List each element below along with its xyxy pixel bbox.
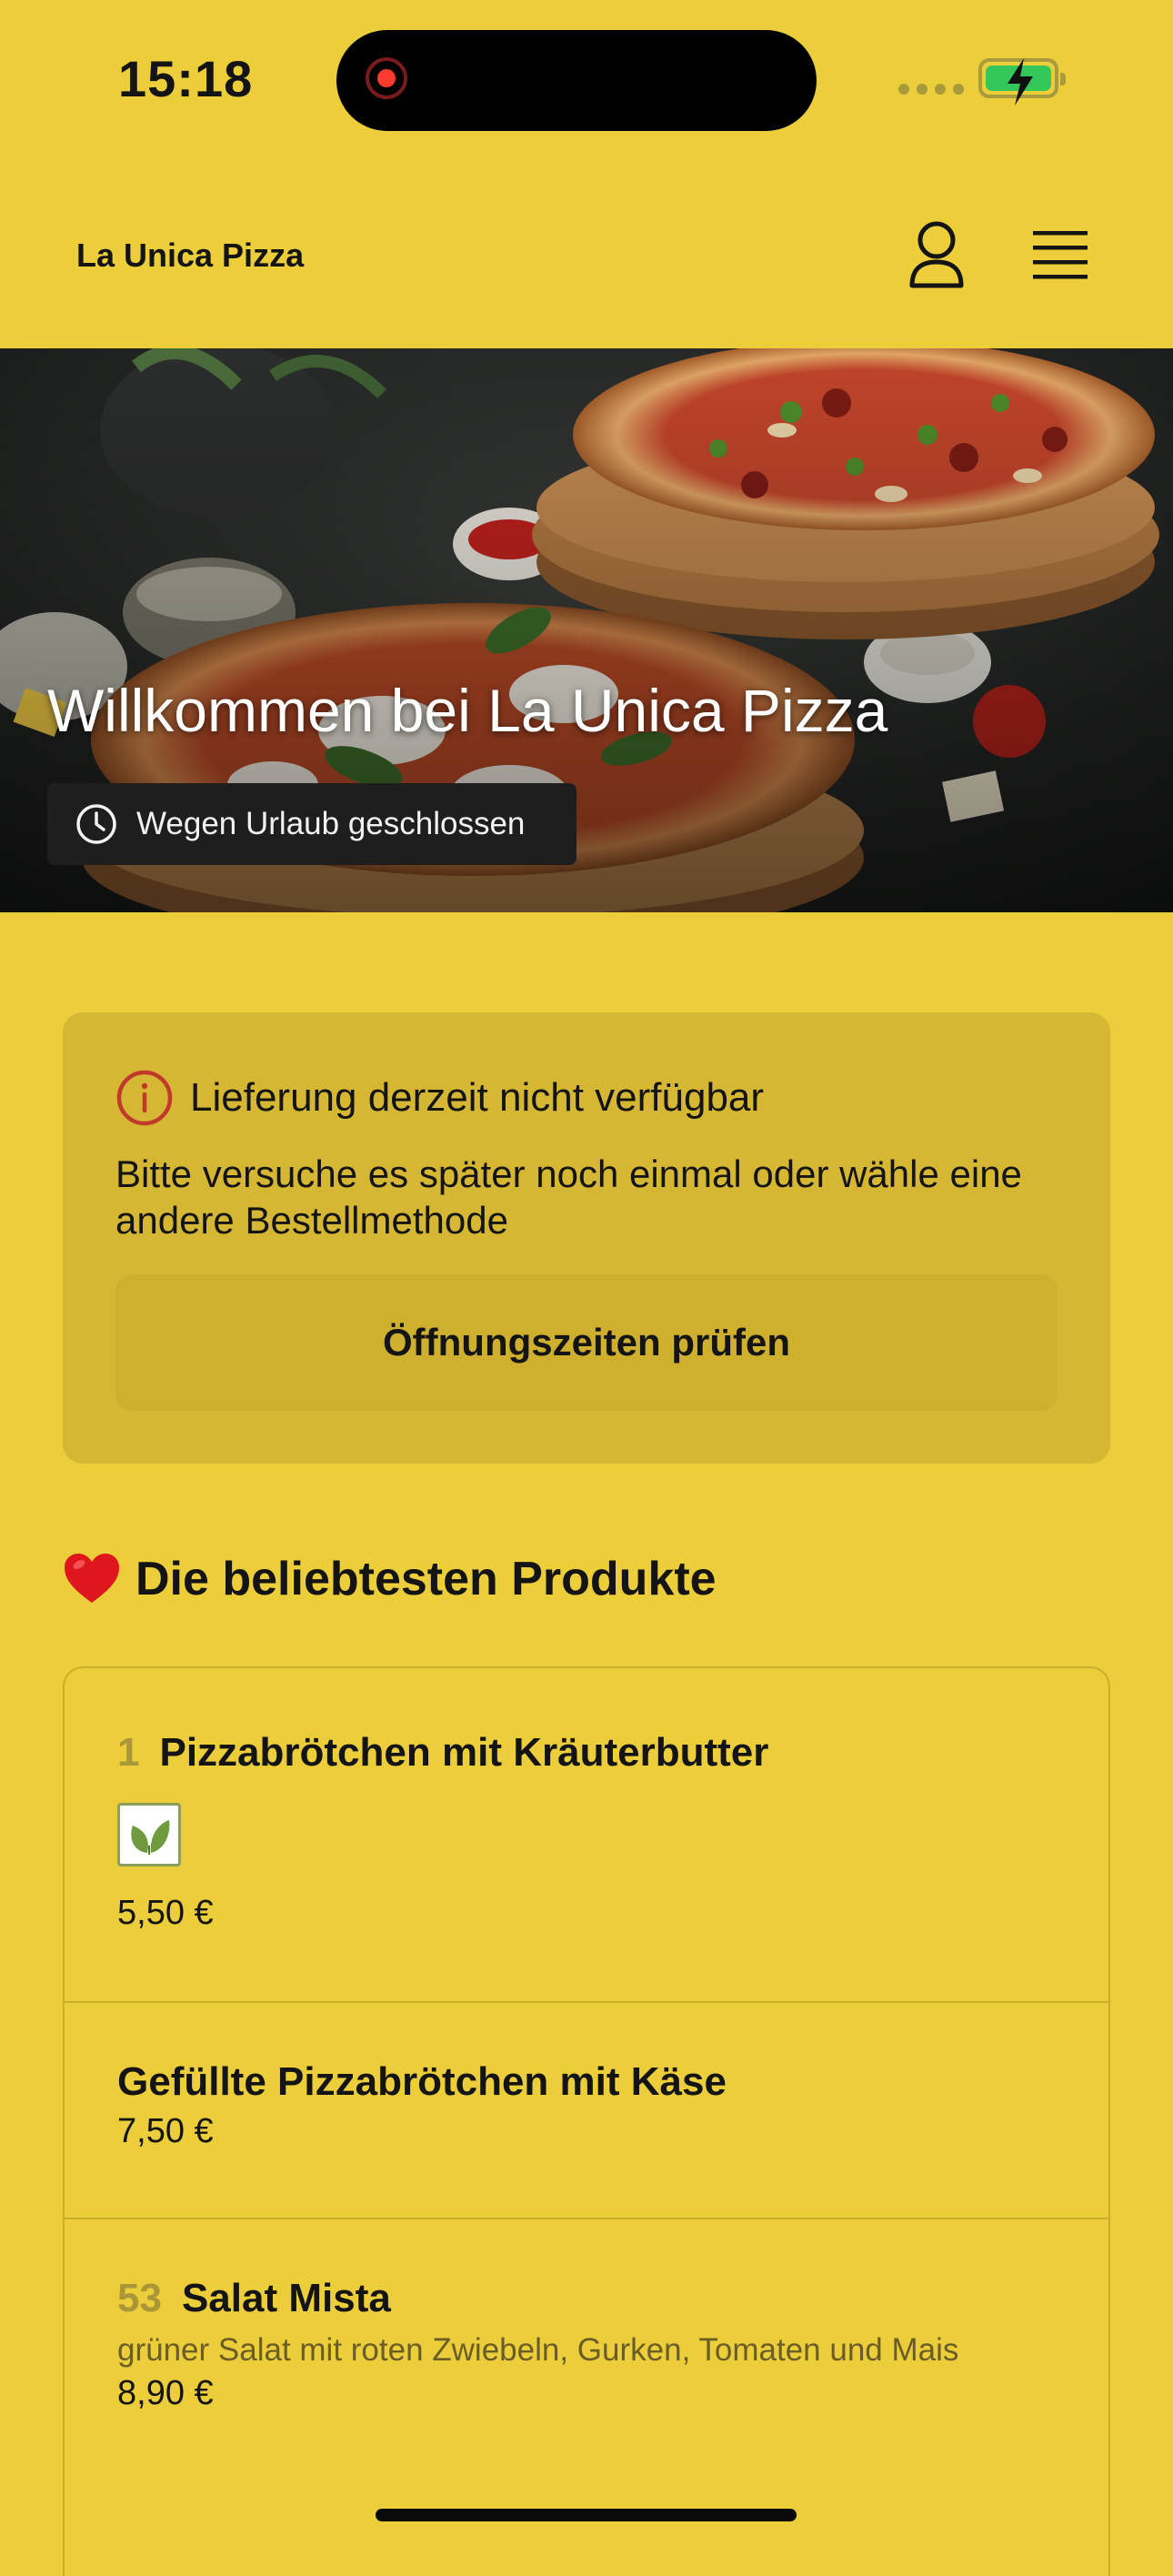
info-icon [116, 1070, 173, 1126]
product-name: Gefüllte Pizzabrötchen mit Käse [117, 2059, 727, 2104]
status-badge-text: Wegen Urlaub geschlossen [136, 806, 526, 841]
product-number: 1 [117, 1730, 140, 1775]
hamburger-menu-icon [1033, 231, 1088, 279]
clock-icon [76, 804, 116, 844]
delivery-unavailable-notice: Lieferung derzeit nicht verfügbar Bitte … [63, 1012, 1110, 1464]
user-icon [909, 221, 964, 288]
hero-title: Willkommen bei La Unica Pizza [47, 677, 888, 744]
status-bar: 15:18 [0, 0, 1173, 155]
vegetarian-badge [117, 1803, 181, 1867]
product-price: 5,50 € [117, 1894, 214, 1932]
hero-banner: Willkommen bei La Unica Pizza Wegen Urla… [0, 348, 1173, 912]
recording-indicator-icon [366, 57, 407, 99]
status-time: 15:18 [118, 50, 254, 107]
product-number: 53 [117, 2276, 162, 2320]
menu-button[interactable] [1028, 227, 1093, 282]
product-name: Pizzabrötchen mit Kräuterbutter [159, 1730, 769, 1775]
home-indicator[interactable] [376, 2509, 797, 2521]
battery-charging-icon [978, 58, 1066, 106]
signal-icon [898, 84, 964, 95]
product-item[interactable]: 1 Pizzabrötchen mit Kräuterbutter 5,50 € [65, 1668, 1108, 2003]
brand-name[interactable]: La Unica Pizza [76, 236, 304, 275]
product-description: grüner Salat mit roten Zwiebeln, Gurken,… [117, 2332, 959, 2368]
leaf-icon [131, 1820, 170, 1855]
product-price: 7,50 € [117, 2112, 214, 2150]
product-item[interactable]: Gefüllte Pizzabrötchen mit Käse 7,50 € [65, 2003, 1108, 2219]
dynamic-island [336, 30, 817, 131]
app-header: La Unica Pizza [0, 155, 1173, 348]
product-item[interactable]: 53 Salat Mista grüner Salat mit roten Zw… [65, 2219, 1108, 2492]
popular-products-list: 1 Pizzabrötchen mit Kräuterbutter 5,50 €… [63, 1666, 1110, 2576]
heart-icon [65, 1554, 119, 1603]
check-opening-hours-button[interactable]: Öffnungszeiten prüfen [115, 1274, 1058, 1411]
product-name: Salat Mista [181, 2276, 391, 2320]
section-title: Die beliebtesten Produkte [135, 1553, 717, 1605]
status-badge: Wegen Urlaub geschlossen [47, 783, 576, 865]
popular-products-heading: Die beliebtesten Produkte [63, 1552, 717, 1606]
notice-body: Bitte versuche es später noch einmal ode… [115, 1152, 1022, 1242]
notice-title: Lieferung derzeit nicht verfügbar [190, 1075, 765, 1120]
account-button[interactable] [905, 218, 968, 291]
product-price: 8,90 € [117, 2374, 214, 2412]
